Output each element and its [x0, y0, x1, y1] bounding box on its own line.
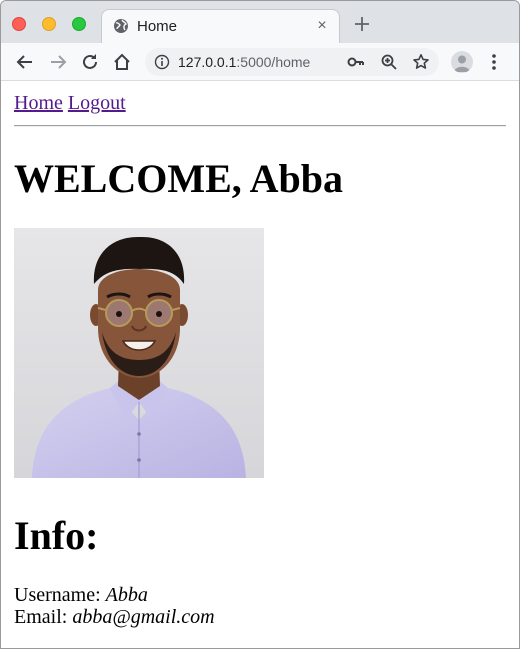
page-content: Home Logout WELCOME, Abba Info: Username…: [1, 82, 519, 648]
address-bar[interactable]: 127.0.0.1:5000/home: [145, 48, 439, 76]
username-row: Username: Abba: [14, 584, 148, 607]
profile-photo-illustration: [14, 228, 264, 478]
back-icon[interactable]: [15, 52, 35, 72]
url-path: :5000/home: [236, 54, 311, 70]
email-label: Email:: [14, 606, 68, 628]
logout-link[interactable]: Logout: [68, 92, 126, 114]
close-window-button[interactable]: [12, 17, 26, 31]
minimize-window-button[interactable]: [42, 17, 56, 31]
person-icon: [454, 55, 470, 72]
tab-close-icon[interactable]: ×: [313, 17, 331, 35]
email-row: Email: abba@gmail.com: [14, 606, 215, 629]
zoom-icon[interactable]: [380, 53, 398, 71]
maximize-window-button[interactable]: [72, 17, 86, 31]
email-value: abba@gmail.com: [72, 606, 215, 628]
key-icon[interactable]: [347, 54, 365, 70]
profile-avatar[interactable]: [451, 51, 473, 73]
star-icon[interactable]: [412, 53, 430, 71]
username-label: Username:: [14, 584, 101, 606]
home-icon[interactable]: [112, 52, 132, 72]
globe-icon: [114, 19, 128, 33]
username-value: Abba: [105, 584, 148, 606]
new-tab-icon[interactable]: [351, 13, 373, 35]
home-link[interactable]: Home: [14, 92, 63, 114]
browser-window: Home × 127.0.0.1:5000/home Home Logout W…: [0, 0, 520, 649]
forward-icon[interactable]: [48, 52, 68, 72]
info-icon[interactable]: [154, 54, 170, 70]
tab-strip: Home ×: [1, 1, 519, 43]
menu-icon[interactable]: [486, 52, 502, 72]
divider: [14, 125, 506, 127]
reload-icon[interactable]: [80, 52, 100, 72]
tab-home[interactable]: Home ×: [101, 9, 340, 43]
url-host: 127.0.0.1: [178, 54, 237, 70]
tab-title: Home: [137, 18, 178, 35]
url-text: 127.0.0.1:5000/home: [178, 54, 310, 70]
profile-photo: [14, 228, 264, 478]
info-heading: Info:: [14, 513, 99, 558]
browser-toolbar: 127.0.0.1:5000/home: [1, 43, 519, 81]
site-nav: Home Logout: [14, 92, 126, 115]
page-title: WELCOME, Abba: [14, 156, 343, 201]
